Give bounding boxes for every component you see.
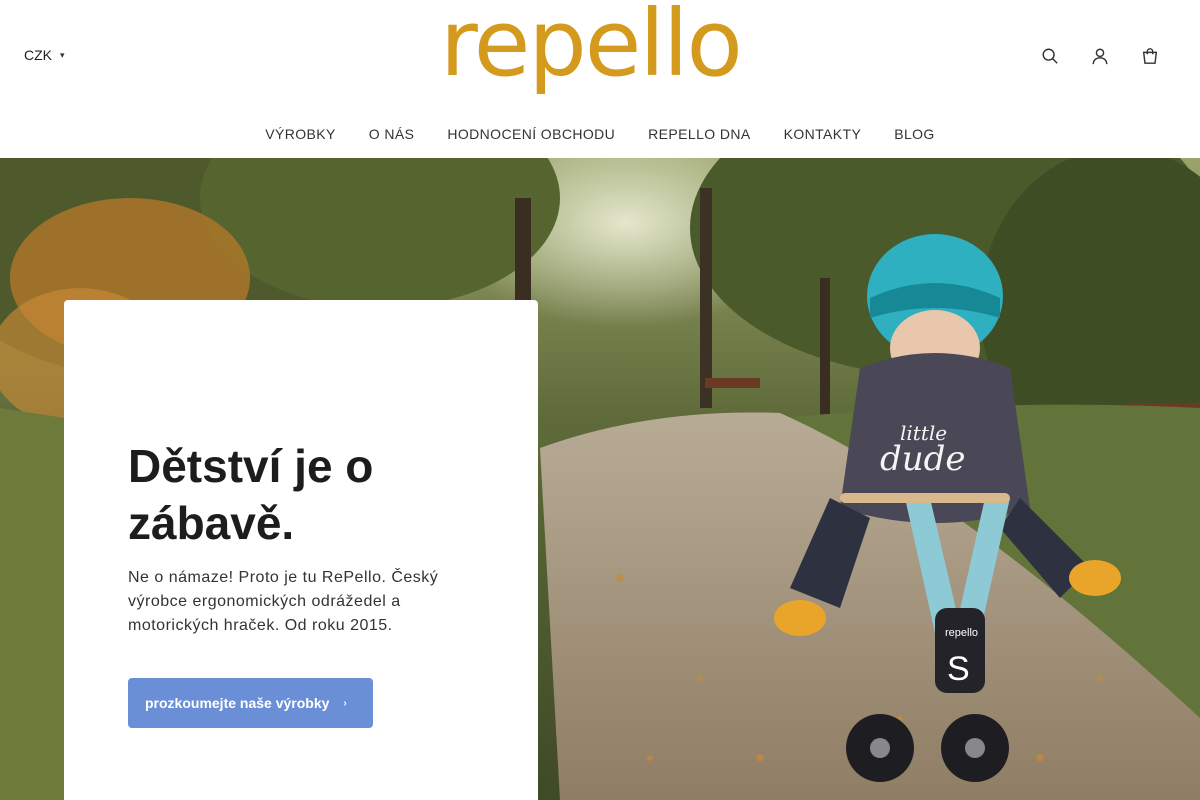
main-nav: VÝROBKY O NÁS HODNOCENÍ OBCHODU REPELLO … (0, 126, 1200, 142)
currency-selector[interactable]: CZK ▾ (24, 47, 65, 63)
user-icon[interactable] (1090, 44, 1110, 68)
arrow-right-icon: › (343, 697, 347, 709)
search-icon[interactable] (1040, 44, 1060, 68)
cta-label: prozkoumejte naše výrobky (145, 695, 330, 711)
chevron-down-icon: ▾ (60, 49, 65, 60)
nav-item-o-nas[interactable]: O NÁS (352, 126, 431, 142)
logo[interactable]: repello (440, 0, 745, 98)
site-header: CZK ▾ repello VÝROBKY O NÁS HODNOCENÍ OB… (0, 0, 1200, 158)
nav-item-vyrobky[interactable]: VÝROBKY (249, 126, 353, 142)
currency-label: CZK (24, 47, 52, 63)
hero-section: little dude repello S Dětství je o zábav… (0, 158, 1200, 800)
explore-products-button[interactable]: prozkoumejte naše výrobky › (128, 678, 373, 728)
nav-item-hodnoceni[interactable]: HODNOCENÍ OBCHODU (431, 126, 632, 142)
shirt-print-large: dude (880, 439, 966, 479)
bike-badge: repello (945, 627, 978, 639)
hero-title: Dětství je o zábavě. (128, 440, 374, 549)
hero-card: Dětství je o zábavě. Ne o námaze! Proto … (64, 300, 538, 800)
header-actions (1040, 44, 1160, 68)
hero-text: Ne o námaze! Proto je tu RePello. Český … (128, 569, 439, 634)
bike-letter: S (947, 650, 970, 688)
cart-icon[interactable] (1140, 44, 1160, 68)
nav-item-repello-dna[interactable]: REPELLO DNA (632, 126, 767, 142)
logo-text: repello (440, 0, 743, 97)
nav-item-kontakty[interactable]: KONTAKTY (767, 126, 878, 142)
nav-item-blog[interactable]: BLOG (878, 126, 952, 142)
